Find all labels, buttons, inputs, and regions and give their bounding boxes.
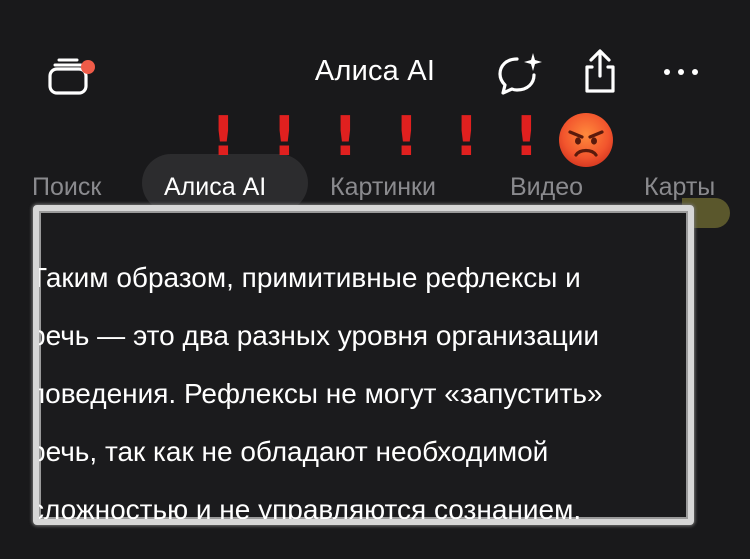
- app-screen: Алиса AI Поиск Алиса AI Картинки Видео К…: [0, 0, 750, 559]
- angry-face-emoji: [558, 112, 614, 168]
- tab-video[interactable]: Видео: [510, 173, 583, 202]
- annotation-exclamation-row: ! ! ! ! ! !: [0, 108, 750, 168]
- more-dots-icon[interactable]: [659, 60, 703, 84]
- new-chat-sparkle-icon[interactable]: [495, 50, 547, 98]
- tab-alice-ai[interactable]: Алиса AI: [164, 173, 266, 202]
- notification-dot: [81, 60, 95, 74]
- exclamation-mark: !: [333, 105, 358, 168]
- share-icon[interactable]: [580, 48, 620, 96]
- tab-images[interactable]: Картинки: [330, 173, 436, 202]
- exclamation-mark: !: [272, 105, 297, 168]
- answer-line: речь — это два разных уровня организации: [33, 320, 600, 351]
- exclamation-mark: !: [514, 105, 539, 168]
- answer-line: поведения. Рефлексы не могут «запустить»: [33, 378, 603, 409]
- highlighted-answer-box: Таким образом, примитивные рефлексы и ре…: [33, 205, 694, 525]
- exclamation-mark: !: [211, 105, 236, 168]
- exclamation-mark: !: [394, 105, 419, 168]
- page-title: Алиса AI: [314, 55, 436, 87]
- answer-line: сложностью и не управляются сознанием.: [33, 494, 582, 525]
- tab-search[interactable]: Поиск: [32, 173, 101, 202]
- answer-line: Таким образом, примитивные рефлексы и: [33, 262, 581, 293]
- exclamation-mark: !: [454, 105, 479, 168]
- answer-line: речь, так как не обладают необходимой: [33, 436, 549, 467]
- answer-text: Таким образом, примитивные рефлексы и ре…: [39, 249, 688, 519]
- tabs-stack-icon[interactable]: [48, 55, 100, 97]
